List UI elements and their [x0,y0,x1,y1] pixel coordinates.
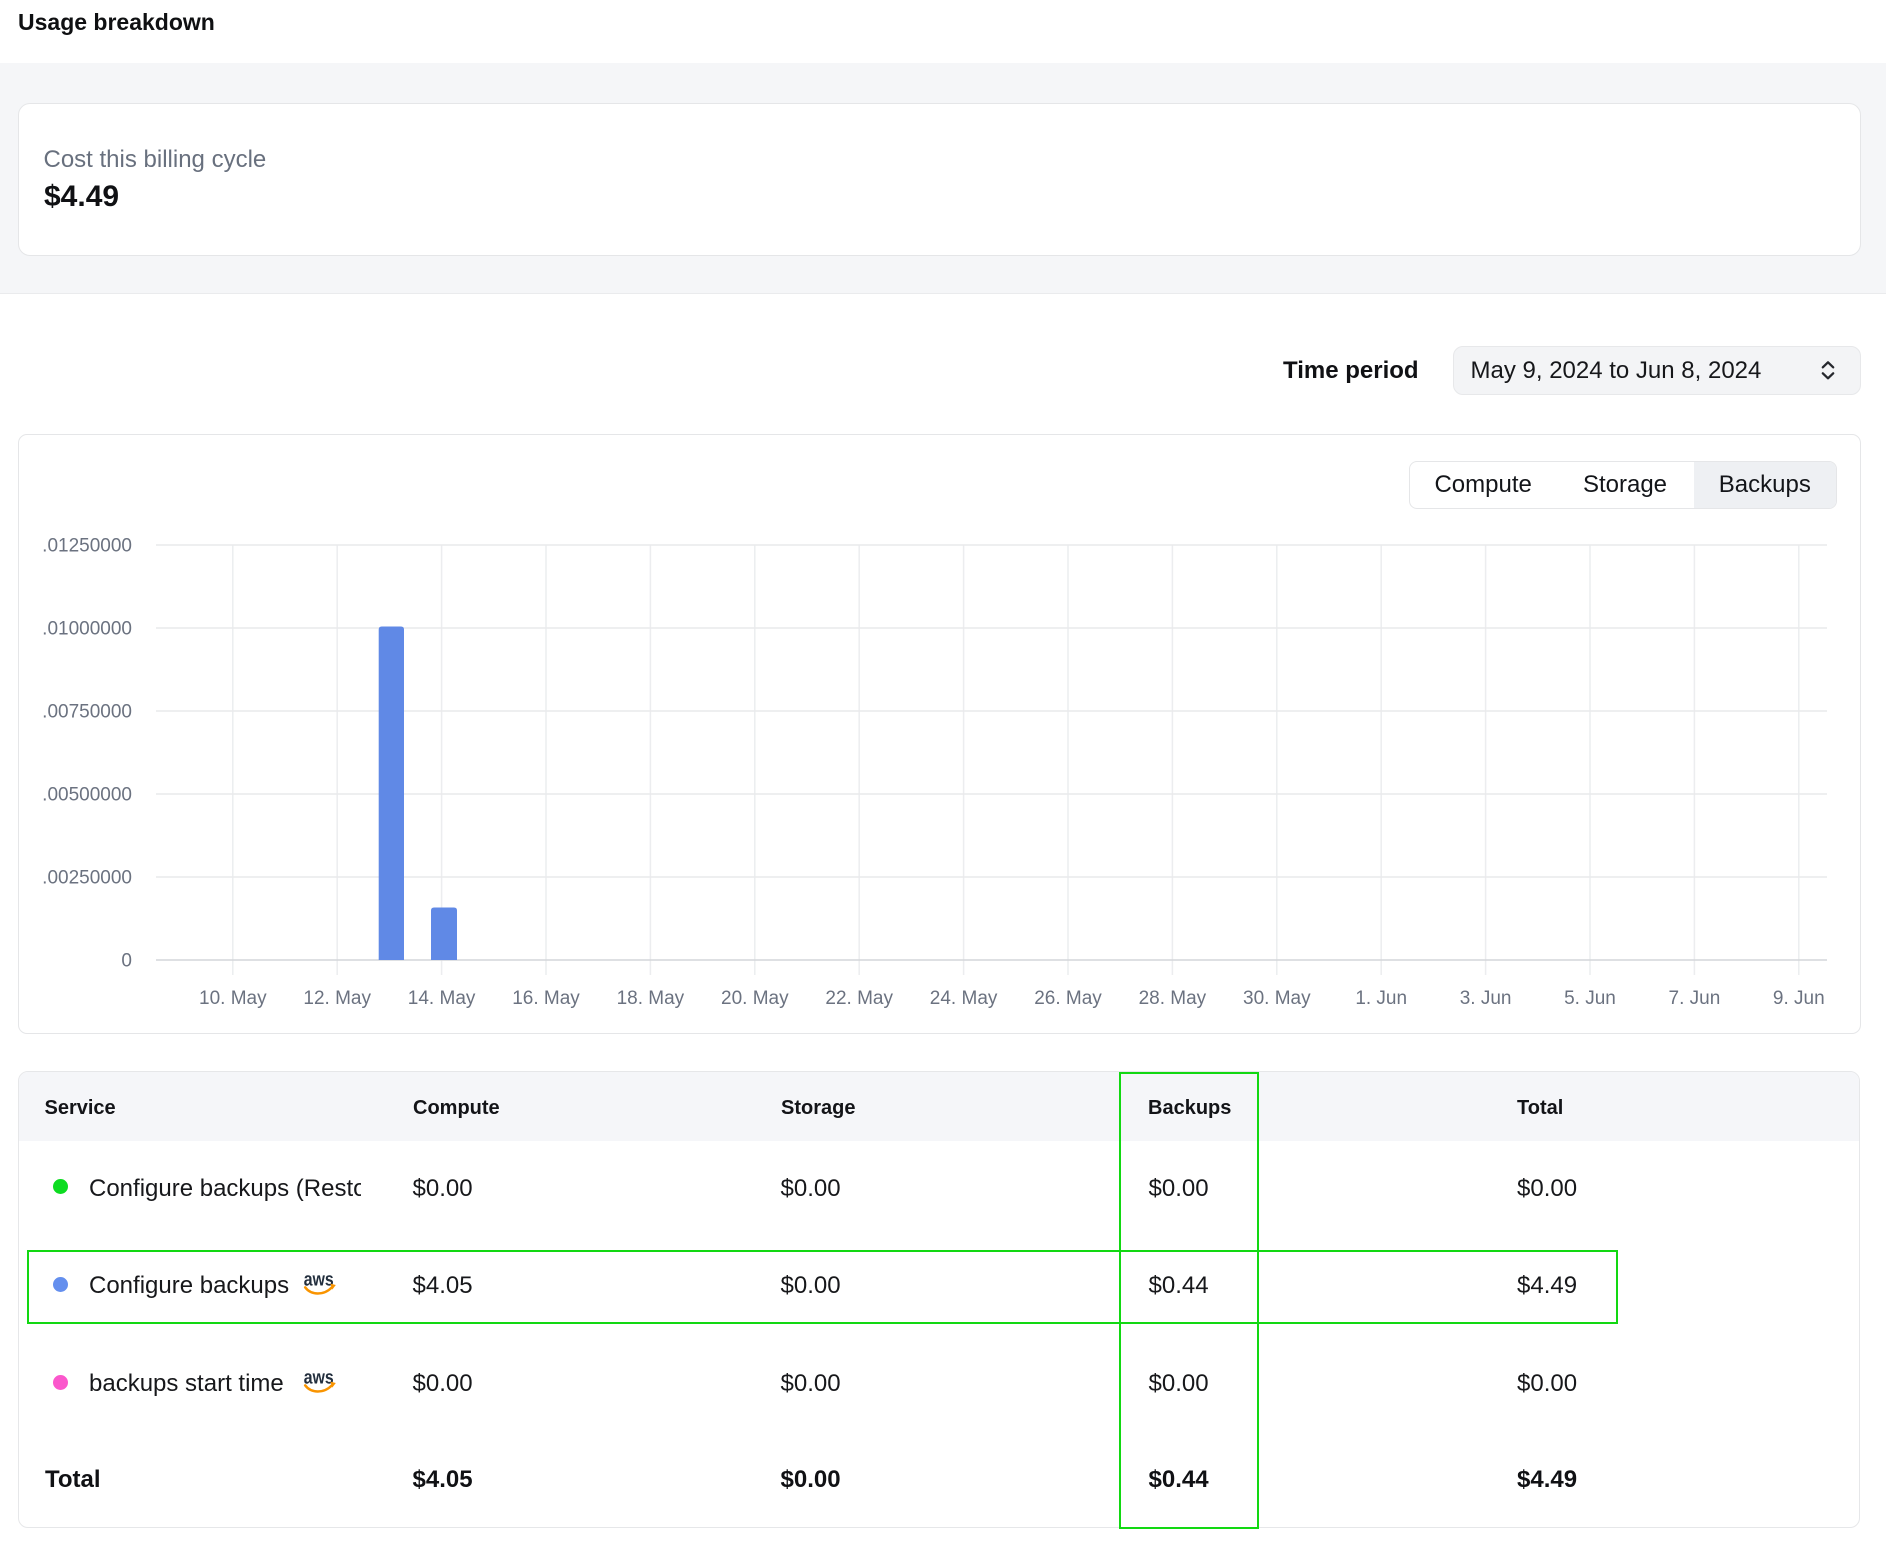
svg-text:.00750000: .00750000 [42,702,132,723]
svg-text:22. May: 22. May [825,988,893,1009]
svg-text:30. May: 30. May [1243,988,1311,1009]
svg-text:.00500000: .00500000 [42,785,132,806]
svg-text:20. May: 20. May [721,988,789,1009]
svg-text:.01000000: .01000000 [42,619,132,640]
svg-text:7. Jun: 7. Jun [1669,988,1721,1009]
svg-text:18. May: 18. May [617,988,685,1009]
svg-text:24. May: 24. May [930,988,998,1009]
svg-text:9. Jun: 9. Jun [1773,988,1825,1009]
svg-text:12. May: 12. May [303,988,371,1009]
svg-text:1. Jun: 1. Jun [1355,988,1407,1009]
svg-text:14. May: 14. May [408,988,476,1009]
svg-text:.00250000: .00250000 [42,868,132,889]
svg-text:16. May: 16. May [512,988,580,1009]
svg-text:.01250000: .01250000 [42,536,132,557]
svg-text:26. May: 26. May [1034,988,1102,1009]
svg-text:10. May: 10. May [199,988,267,1009]
svg-text:5. Jun: 5. Jun [1564,988,1616,1009]
svg-text:28. May: 28. May [1139,988,1207,1009]
svg-text:3. Jun: 3. Jun [1460,988,1512,1009]
svg-text:0: 0 [121,951,132,972]
